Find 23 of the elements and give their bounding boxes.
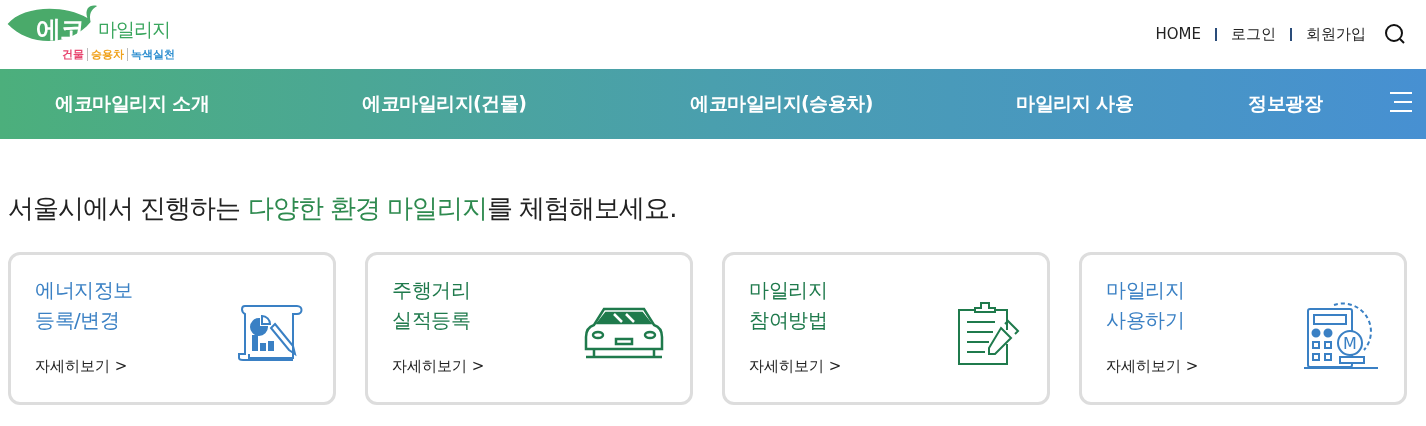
headline: 서울시에서 진행하는 다양한 환경 마일리지를 체험해보세요. [8, 192, 678, 225]
header-link[interactable]: 로그인 [1231, 24, 1276, 44]
logo-tagline: 건물 [62, 48, 85, 61]
details-link[interactable]: 자세히보기 > [392, 357, 485, 376]
details-link[interactable]: 자세히보기 > [1106, 357, 1199, 376]
logo-tagline: 녹색실천 [127, 48, 178, 61]
clipboard-pencil-icon [955, 299, 1021, 366]
service-card[interactable]: 주행거리 실적등록 자세히보기 > [365, 252, 693, 405]
service-card[interactable]: 마일리지 사용하기 자세히보기 > M [1079, 252, 1407, 405]
menu-icon[interactable] [1388, 91, 1414, 113]
header-link[interactable]: HOME [1155, 25, 1201, 43]
service-card[interactable]: 마일리지 참여방법 자세히보기 > [722, 252, 1050, 405]
search-icon[interactable] [1384, 23, 1406, 45]
card-title: 에너지정보 등록/변경 [35, 277, 133, 334]
header-link[interactable]: 회원가입 [1306, 24, 1366, 44]
logo-text: 마일리지 [98, 17, 170, 41]
service-card[interactable]: 에너지정보 등록/변경 자세히보기 > [8, 252, 336, 405]
details-link[interactable]: 자세히보기 > [749, 357, 842, 376]
card-title: 주행거리 실적등록 [392, 277, 471, 334]
logo-tagline: 승용차 [87, 48, 127, 61]
details-link[interactable]: 자세히보기 > [35, 357, 133, 376]
card-title: 마일리지 사용하기 [1106, 277, 1185, 334]
card-title: 마일리지 참여방법 [749, 277, 828, 334]
